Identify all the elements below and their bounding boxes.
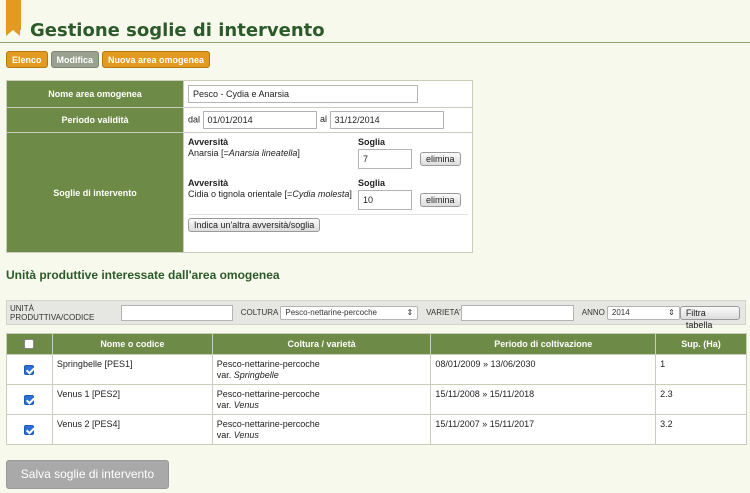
bookmark-ribbon-icon (6, 0, 21, 36)
add-adversity-button[interactable]: Indica un'altra avversità/soglia (188, 218, 321, 232)
from-label: dal (188, 114, 201, 125)
name-label: Nome area omogenea (6, 80, 184, 108)
units-table: Nome o codice Coltura / varietà Periodo … (6, 333, 747, 445)
column-header: Periodo di coltivazione (430, 333, 657, 355)
crop-variety: Pesco-nettarine-percoche var. Venus (211, 414, 432, 445)
tab-elenco[interactable]: Elenco (6, 51, 48, 68)
tab-nuova-area[interactable]: Nuova area omogenea (102, 51, 211, 68)
filter-table-button[interactable]: Filtra tabella (679, 305, 740, 330)
select-all-checkbox[interactable] (24, 339, 35, 350)
threshold-input[interactable]: 7 (358, 149, 412, 169)
thresholds-label: Soglie di intervento (6, 132, 184, 253)
page-title: Gestione soglie di intervento (30, 20, 325, 41)
dropdown-arrow-icon: ⇕ (406, 308, 414, 317)
cultivation-period: 15/11/2008 » 15/11/2018 (430, 384, 657, 415)
from-date-input[interactable]: 01/01/2014 (202, 111, 317, 129)
remove-button[interactable]: elimina (420, 152, 461, 166)
cultivation-period: 08/01/2009 » 13/06/2030 (430, 354, 657, 385)
threshold-header: Soglia (358, 137, 386, 147)
threshold-input[interactable]: 10 (358, 190, 412, 210)
dropdown-arrow-icon: ⇕ (668, 308, 675, 317)
column-header: Nome o codice (51, 333, 213, 355)
unit-filter-label: UNITÀ PRODUTTIVA/CODICE (10, 303, 95, 322)
crop-select[interactable]: Pesco-nettarine-percoche ⇕ (280, 305, 419, 320)
cultivation-period: 15/11/2007 » 15/11/2017 (430, 414, 657, 445)
variety-filter-input[interactable] (460, 304, 574, 321)
adversity-name: Cidia o tignola orientale [=Cydia molest… (188, 189, 352, 199)
table-row: Venus 2 [PES4] Pesco-nettarine-percoche v… (6, 414, 747, 445)
to-label: al (320, 114, 328, 125)
unit-name: Venus 2 [PES4] (51, 414, 213, 445)
threshold-header: Soglia (358, 178, 386, 188)
area-name-input[interactable]: Pesco - Cydia e Anarsia (188, 85, 418, 103)
adversity-header: Avversità (188, 137, 229, 147)
crop-filter-label: COLTURA (240, 308, 279, 317)
tab-bar: Elenco Modifica Nuova area omogenea (6, 51, 211, 68)
period-label: Periodo validità (6, 107, 184, 133)
unit-name: Springbelle [PES1] (51, 354, 213, 385)
adversity-name: Anarsia [=Anarsia lineatella] (188, 148, 300, 158)
filter-bar: UNITÀ PRODUTTIVA/CODICE COLTURA Pesco-ne… (6, 300, 746, 330)
column-header: Coltura / varietà (211, 333, 432, 355)
year-select[interactable]: 2014 ⇕ (606, 305, 680, 320)
adversity-entry: Avversità Cidia o tignola orientale [=Cy… (188, 178, 468, 210)
remove-button[interactable]: elimina (420, 193, 461, 207)
table-row: Venus 1 [PES2] Pesco-nettarine-percoche v… (6, 384, 747, 415)
surface-ha: 1 (655, 354, 747, 385)
crop-variety: Pesco-nettarine-percoche var. Springbelle (211, 354, 432, 385)
save-thresholds-button[interactable]: Salva soglie di intervento (6, 460, 169, 489)
crop-variety: Pesco-nettarine-percoche var. Venus (211, 384, 432, 415)
tab-modifica[interactable]: Modifica (50, 51, 100, 68)
adversity-entry: Avversità Anarsia [=Anarsia lineatella] … (188, 137, 468, 169)
row-checkbox[interactable] (24, 394, 35, 405)
variety-filter-label: VARIETA' (426, 308, 461, 317)
table-row: Springbelle [PES1] Pesco-nettarine-perco… (6, 354, 747, 385)
area-form: Nome area omogenea Pesco - Cydia e Anars… (6, 80, 473, 253)
year-filter-label: ANNO (581, 308, 605, 317)
title-divider (0, 42, 750, 43)
unit-filter-input[interactable] (120, 304, 233, 321)
add-adversity-row: Indica un'altra avversità/soglia (188, 214, 468, 232)
to-date-input[interactable]: 31/12/2014 (329, 111, 444, 129)
surface-ha: 2.3 (655, 384, 747, 415)
units-heading: Unità produttive interessate dall'area o… (6, 268, 280, 282)
row-checkbox[interactable] (24, 424, 35, 435)
row-checkbox[interactable] (24, 364, 35, 375)
adversity-header: Avversità (188, 178, 229, 188)
unit-name: Venus 1 [PES2] (51, 384, 213, 415)
column-header: Sup. (Ha) (655, 333, 747, 355)
surface-ha: 3.2 (655, 414, 747, 445)
